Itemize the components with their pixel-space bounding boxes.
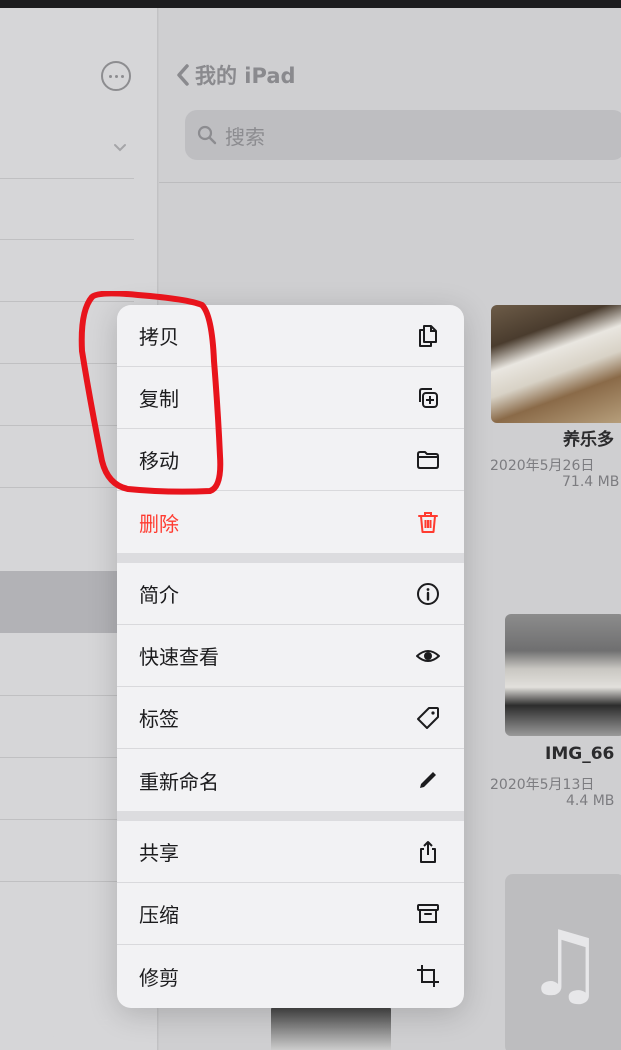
pencil-icon xyxy=(414,766,442,794)
copy-doc-icon xyxy=(414,322,442,350)
menu-item-label: 标签 xyxy=(139,707,179,731)
menu-item-label: 修剪 xyxy=(139,965,179,990)
header-divider xyxy=(159,182,621,183)
menu-item-tags[interactable]: 标签 xyxy=(117,687,464,749)
menu-item-share[interactable]: 共享 xyxy=(117,821,464,883)
menu-item-label: 压缩 xyxy=(139,903,179,927)
trash-icon xyxy=(414,508,442,536)
file-date: 2020年5月26日 xyxy=(490,458,595,474)
file-thumbnail[interactable] xyxy=(491,305,621,423)
menu-item-quick-look[interactable]: 快速查看 xyxy=(117,625,464,687)
menu-group-separator xyxy=(117,553,464,563)
file-name: IMG_66 xyxy=(545,744,615,764)
top-status-bar xyxy=(0,0,621,8)
chevron-left-icon xyxy=(177,64,189,86)
back-label: 我的 iPad xyxy=(195,64,296,88)
back-button[interactable]: 我的 iPad xyxy=(175,60,296,90)
file-thumbnail[interactable] xyxy=(505,614,621,736)
menu-item-info[interactable]: 简介 xyxy=(117,563,464,625)
eye-icon xyxy=(414,642,442,670)
watermark: 卡饭论坛 xyxy=(24,1016,112,1040)
search-placeholder: 搜索 xyxy=(225,124,265,149)
menu-item-compress[interactable]: 压缩 xyxy=(117,883,464,945)
menu-item-trim[interactable]: 修剪 xyxy=(117,945,464,1007)
search-field[interactable]: 搜索 xyxy=(185,110,621,160)
sidebar-divider xyxy=(0,239,134,240)
file-size: 4.4 MB xyxy=(566,793,615,809)
menu-item-label: 快速查看 xyxy=(139,645,219,669)
folder-icon xyxy=(414,446,442,474)
file-date: 2020年5月13日 xyxy=(490,777,595,793)
music-file-thumbnail[interactable]: ♫ xyxy=(505,874,621,1050)
red-annotation-loop xyxy=(78,291,224,495)
tag-icon xyxy=(414,704,442,732)
duplicate-icon xyxy=(414,384,442,412)
menu-item-label: 删除 xyxy=(139,511,179,536)
chevron-down-icon[interactable] xyxy=(113,141,127,155)
menu-group-separator xyxy=(117,811,464,821)
sidebar-divider xyxy=(0,881,134,882)
sidebar-divider xyxy=(0,819,134,820)
menu-item-rename[interactable]: 重新命名 xyxy=(117,749,464,811)
share-icon xyxy=(414,838,442,866)
file-name: 养乐多 xyxy=(563,430,614,450)
archive-box-icon xyxy=(414,900,442,928)
sidebar-divider xyxy=(0,178,134,179)
crop-icon xyxy=(414,962,442,990)
menu-item-delete[interactable]: 删除 xyxy=(117,491,464,553)
search-icon xyxy=(197,125,217,145)
file-thumbnail[interactable] xyxy=(271,1004,391,1050)
sidebar-divider xyxy=(0,695,134,696)
menu-item-label: 重新命名 xyxy=(139,769,219,794)
ellipsis-circle-icon[interactable] xyxy=(101,61,131,91)
menu-item-label: 简介 xyxy=(139,583,179,607)
file-size: 71.4 MB xyxy=(562,474,620,490)
music-note-icon: ♫ xyxy=(524,911,606,1017)
info-icon xyxy=(414,580,442,608)
sidebar-divider xyxy=(0,757,134,758)
menu-item-label: 共享 xyxy=(139,841,179,865)
